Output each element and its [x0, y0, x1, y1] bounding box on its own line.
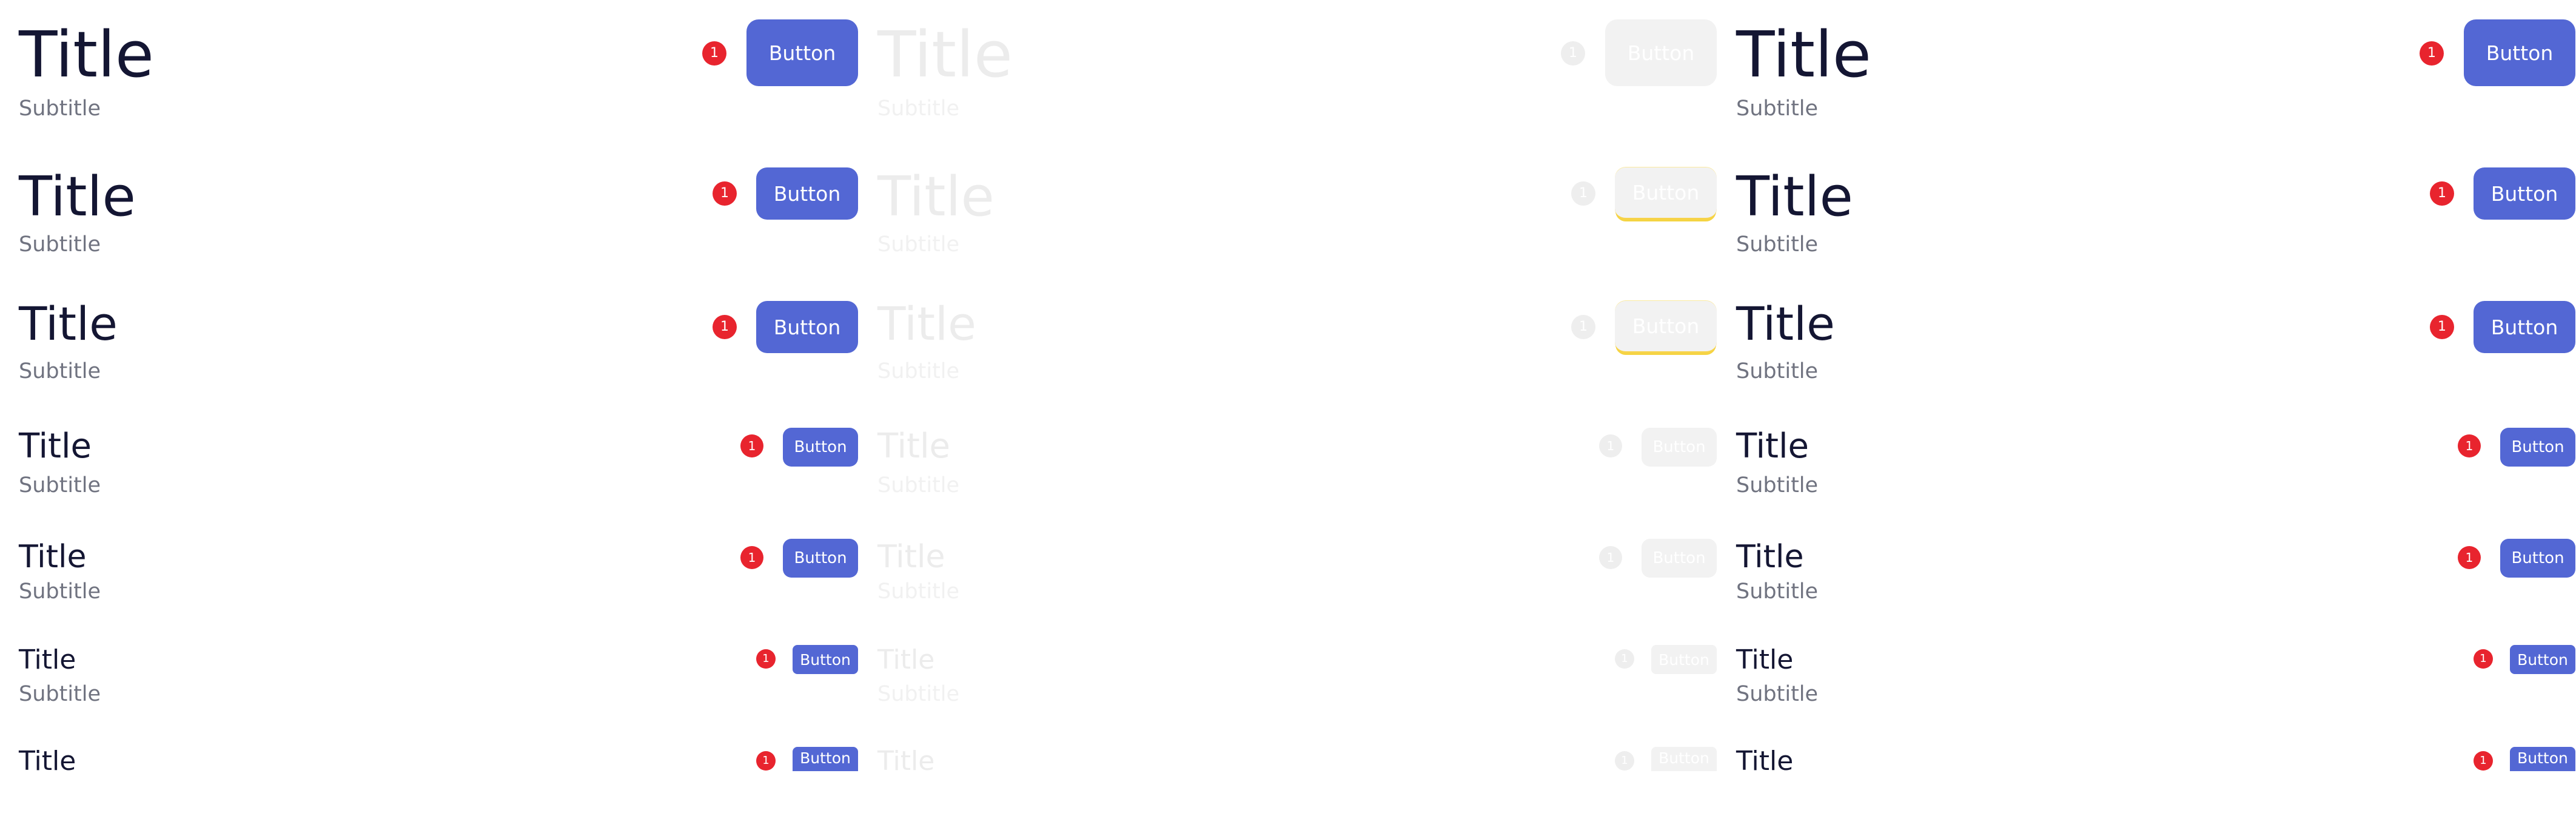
notification-badge: 1 — [756, 751, 776, 771]
action-button-disabled: Button — [1651, 645, 1717, 674]
action-button[interactable]: Button — [793, 747, 858, 771]
title: Title — [1736, 539, 1804, 575]
notification-badge: 1 — [2474, 751, 2493, 771]
title: Title — [877, 427, 951, 466]
title: Title — [877, 165, 995, 229]
subtitle: Subtitle — [19, 579, 101, 604]
subtitle: Subtitle — [877, 682, 960, 706]
title: Title — [1736, 427, 1810, 466]
title: Title — [19, 18, 154, 92]
header-column-default-left: Title Subtitle 1 Button Title Subtitle 1… — [19, 0, 858, 830]
action-button[interactable]: Button — [2510, 645, 2575, 674]
subtitle: Subtitle — [877, 473, 960, 498]
notification-badge: 1 — [2474, 649, 2493, 669]
title: Title — [19, 427, 92, 466]
action-button[interactable]: Button — [2510, 747, 2575, 771]
subtitle: Subtitle — [19, 232, 101, 257]
subtitle: Subtitle — [877, 579, 960, 604]
action-button[interactable]: Button — [756, 301, 858, 353]
subtitle: Subtitle — [1736, 579, 1819, 604]
action-button[interactable]: Button — [746, 19, 858, 86]
title: Title — [1736, 18, 1871, 92]
title: Title — [1736, 644, 1794, 675]
notification-badge: 1 — [713, 315, 737, 339]
notification-badge: 1 — [713, 181, 737, 206]
subtitle: Subtitle — [877, 359, 960, 383]
action-button[interactable]: Button — [783, 539, 858, 578]
action-button-disabled: Button — [1642, 428, 1717, 467]
subtitle: Subtitle — [19, 96, 101, 121]
subtitle: Subtitle — [1736, 232, 1819, 257]
subtitle: Subtitle — [877, 96, 960, 121]
notification-badge: 1 — [2430, 181, 2454, 206]
title: Title — [877, 18, 1013, 92]
notification-badge: 1 — [2430, 315, 2454, 339]
action-button-disabled: Button — [1642, 539, 1717, 578]
title: Title — [19, 539, 87, 575]
title: Title — [19, 165, 136, 229]
subtitle: Subtitle — [19, 359, 101, 383]
subtitle: Subtitle — [877, 232, 960, 257]
subtitle: Subtitle — [19, 682, 101, 706]
title: Title — [1736, 746, 1794, 777]
notification-badge: 1 — [1599, 434, 1622, 457]
subtitle: Subtitle — [1736, 359, 1819, 383]
action-button[interactable]: Button — [793, 645, 858, 674]
title: Title — [877, 644, 935, 675]
action-button[interactable]: Button — [2500, 428, 2575, 467]
subtitle: Subtitle — [19, 473, 101, 498]
title: Title — [877, 746, 935, 777]
notification-badge: 1 — [740, 434, 763, 457]
title: Title — [877, 539, 945, 575]
notification-badge: 1 — [1615, 751, 1634, 771]
subtitle: Subtitle — [1736, 473, 1819, 498]
notification-badge: 1 — [1571, 181, 1595, 206]
title: Title — [19, 297, 118, 351]
action-button-disabled: Button — [1651, 747, 1717, 771]
title: Title — [877, 297, 976, 351]
notification-badge: 1 — [1615, 649, 1634, 669]
notification-badge: 1 — [1561, 41, 1585, 66]
action-button[interactable]: Button — [783, 428, 858, 467]
action-button[interactable]: Button — [756, 167, 858, 220]
notification-badge: 1 — [1571, 315, 1595, 339]
action-button-disabled-focused: Button — [1615, 301, 1717, 353]
subtitle: Subtitle — [1736, 682, 1819, 706]
notification-badge: 1 — [1599, 546, 1622, 569]
title: Title — [19, 746, 76, 777]
action-button-disabled-focused: Button — [1615, 167, 1717, 220]
action-button-disabled: Button — [1605, 19, 1717, 86]
notification-badge: 1 — [2458, 434, 2481, 457]
action-button[interactable]: Button — [2474, 167, 2575, 220]
action-button[interactable]: Button — [2500, 539, 2575, 578]
notification-badge: 1 — [702, 41, 726, 66]
header-column-default-right: Title Subtitle 1 Button Title Subtitle 1… — [1736, 0, 2575, 830]
action-button[interactable]: Button — [2464, 19, 2575, 86]
notification-badge: 1 — [2420, 41, 2444, 66]
title: Title — [1736, 297, 1835, 351]
notification-badge: 1 — [740, 546, 763, 569]
subtitle: Subtitle — [1736, 96, 1819, 121]
title: Title — [19, 644, 76, 675]
action-button[interactable]: Button — [2474, 301, 2575, 353]
notification-badge: 1 — [2458, 546, 2481, 569]
title: Title — [1736, 165, 1853, 229]
header-column-disabled: Title Subtitle 1 Button Title Subtitle 1… — [877, 0, 1717, 830]
notification-badge: 1 — [756, 649, 776, 669]
